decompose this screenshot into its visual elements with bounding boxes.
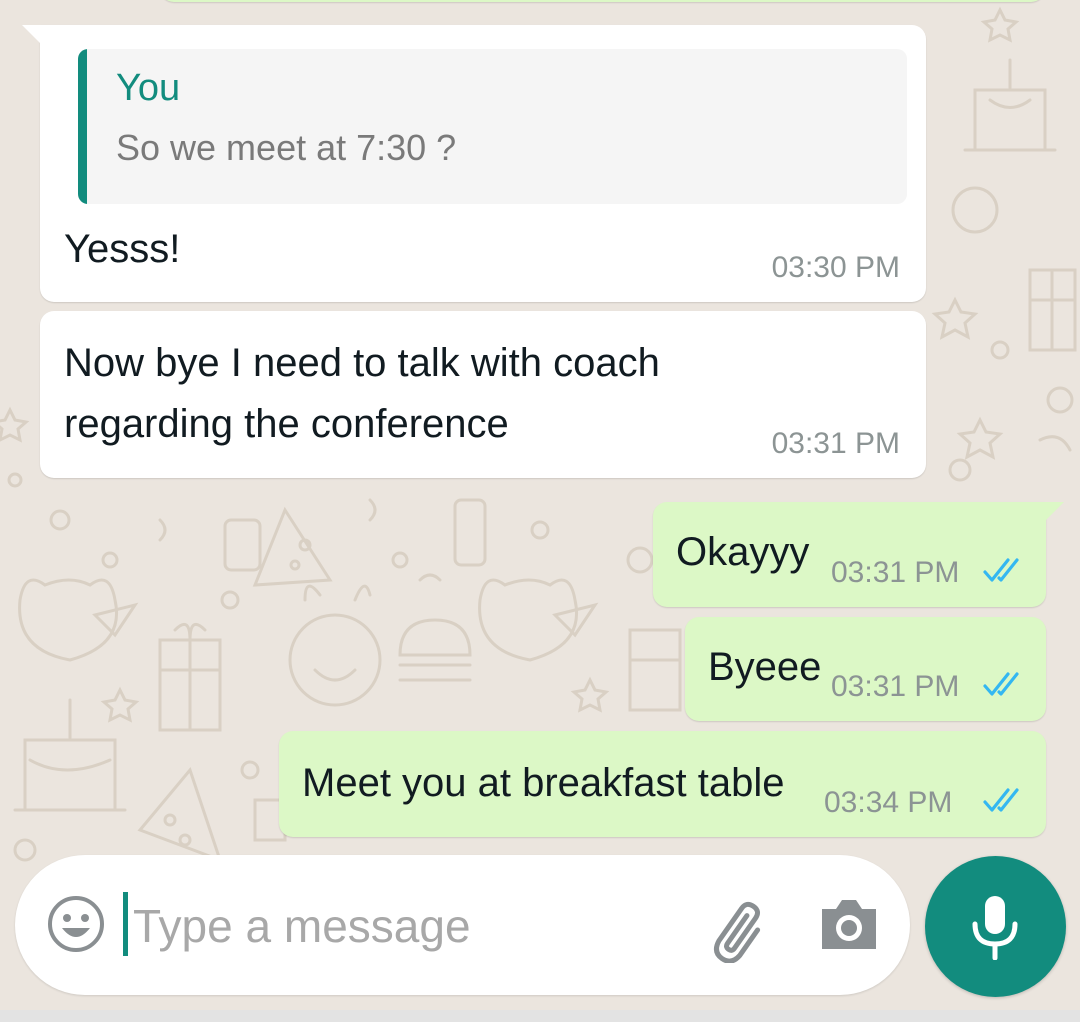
quote-text: So we meet at 7:30 ? bbox=[116, 127, 457, 168]
message-bubble-incoming[interactable]: You So we meet at 7:30 ? Yesss! 03:30 PM bbox=[22, 25, 926, 302]
bubble-tail bbox=[22, 25, 44, 47]
message-text: Meet you at breakfast table bbox=[302, 761, 785, 805]
message-input[interactable]: Type a message bbox=[133, 899, 471, 953]
bottom-edge bbox=[0, 1010, 1080, 1022]
message-time: 03:34 PM bbox=[824, 786, 953, 819]
emoji-icon[interactable] bbox=[47, 895, 105, 953]
message-composer[interactable]: Type a message bbox=[15, 855, 910, 995]
microphone-icon bbox=[972, 896, 1018, 960]
message-text: Okayyy bbox=[676, 530, 810, 574]
bubble-tail bbox=[1042, 502, 1064, 524]
message-bubble-incoming[interactable]: Now bye I need to talk with coach regard… bbox=[40, 311, 926, 478]
message-text-line-1: Now bye I need to talk with coach bbox=[64, 341, 660, 385]
message-bubble-outgoing[interactable]: Byeee 03:31 PM bbox=[685, 617, 1046, 721]
quote-accent-bar bbox=[78, 49, 87, 204]
message-bubble-outgoing[interactable]: Meet you at breakfast table 03:34 PM bbox=[279, 731, 1046, 837]
message-text-line-2: regarding the conference bbox=[64, 402, 509, 446]
text-cursor bbox=[123, 892, 128, 956]
message-time: 03:31 PM bbox=[771, 427, 900, 460]
message-bubble-outgoing[interactable]: Okayyy 03:31 PM bbox=[653, 502, 1064, 607]
camera-icon[interactable] bbox=[818, 895, 880, 953]
quote-author: You bbox=[116, 67, 181, 109]
message-text: Byeee bbox=[708, 645, 822, 689]
message-time: 03:30 PM bbox=[771, 251, 900, 284]
quoted-reply[interactable]: You So we meet at 7:30 ? bbox=[78, 49, 907, 204]
message-time: 03:31 PM bbox=[831, 670, 960, 703]
microphone-button[interactable] bbox=[925, 856, 1066, 997]
read-receipt-icon bbox=[983, 788, 1019, 812]
read-receipt-icon bbox=[983, 672, 1019, 696]
message-time: 03:31 PM bbox=[831, 556, 960, 589]
message-text: Yesss! bbox=[64, 227, 181, 271]
read-receipt-icon bbox=[983, 558, 1019, 582]
paperclip-icon[interactable] bbox=[705, 893, 775, 963]
previous-message-bubble-partial bbox=[160, 0, 1045, 2]
